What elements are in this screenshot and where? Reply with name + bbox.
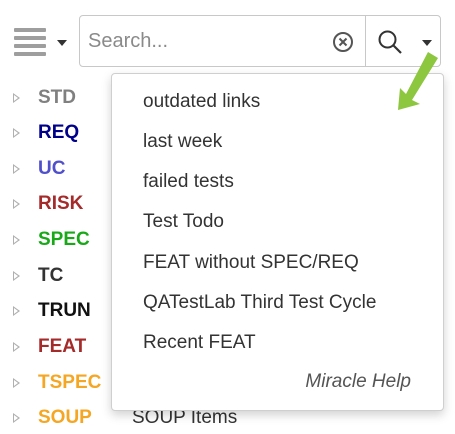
triangle-right-icon[interactable] [13, 164, 20, 174]
menu-bar-line [14, 52, 46, 56]
tree-label[interactable]: RISK [38, 193, 83, 215]
tree-label[interactable]: FEAT [38, 336, 86, 358]
dropdown-item[interactable]: failed tests [143, 171, 234, 201]
dropdown-item[interactable]: outdated links [143, 91, 260, 121]
dropdown-item[interactable]: FEAT without SPEC/REQ [143, 252, 359, 282]
tree-label[interactable]: TSPEC [38, 372, 101, 394]
triangle-right-icon[interactable] [13, 271, 20, 281]
triangle-right-icon[interactable] [13, 306, 20, 316]
menu-bar-line [14, 36, 46, 40]
triangle-right-icon[interactable] [13, 378, 20, 388]
triangle-right-icon[interactable] [13, 199, 20, 209]
dropdown-item[interactable]: Test Todo [143, 211, 224, 241]
tree-label[interactable]: SPEC [38, 229, 90, 251]
miracle-help-link[interactable]: Miracle Help [305, 371, 411, 393]
search-input[interactable] [84, 20, 322, 62]
search-box [79, 15, 441, 67]
triangle-right-icon[interactable] [13, 342, 20, 352]
triangle-right-icon[interactable] [13, 413, 20, 423]
tree-label[interactable]: SOUP [38, 407, 92, 429]
search-options-chevron-down-icon[interactable] [422, 40, 432, 46]
menu-bar-line [14, 28, 46, 32]
tree-label[interactable]: UC [38, 158, 65, 180]
tree-label[interactable]: STD [38, 87, 76, 109]
search-divider [365, 16, 366, 66]
triangle-right-icon[interactable] [13, 93, 20, 103]
dropdown-item[interactable]: last week [143, 131, 222, 161]
triangle-right-icon[interactable] [13, 235, 20, 245]
triangle-right-icon[interactable] [13, 128, 20, 138]
dropdown-item[interactable]: Recent FEAT [143, 332, 256, 362]
green-arrow-icon [398, 52, 438, 110]
menu-bar-line [14, 44, 46, 48]
tree-label[interactable]: TRUN [38, 300, 91, 322]
saved-searches-dropdown: outdated links last week failed tests Te… [111, 73, 444, 411]
chevron-down-icon[interactable] [57, 40, 67, 46]
hamburger-menu-icon[interactable] [14, 28, 46, 58]
tree-label[interactable]: TC [38, 265, 63, 287]
clear-circle-x-icon[interactable] [332, 31, 354, 53]
tree-label[interactable]: REQ [38, 122, 79, 144]
dropdown-item[interactable]: QATestLab Third Test Cycle [143, 292, 376, 322]
